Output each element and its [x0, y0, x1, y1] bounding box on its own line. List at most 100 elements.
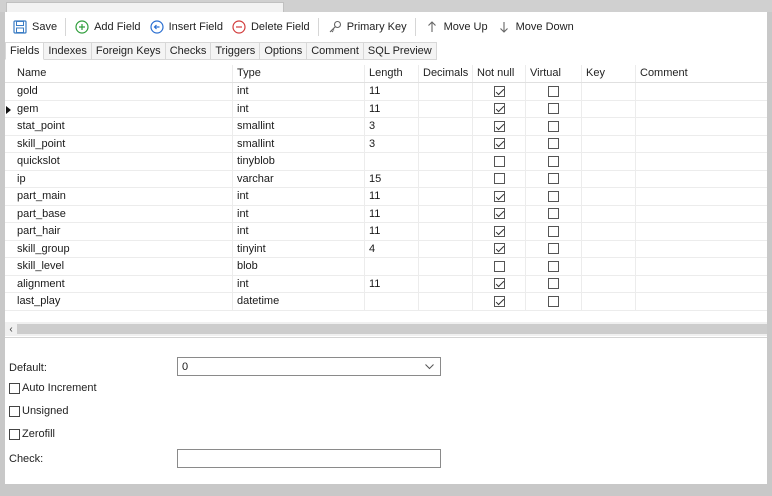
table-row[interactable]: part_main int 11 — [5, 188, 767, 206]
field-length-cell[interactable]: 11 — [365, 223, 419, 240]
default-select[interactable]: 0 — [177, 357, 441, 376]
virtual-checkbox[interactable] — [548, 208, 559, 220]
insert-field-button[interactable]: Insert Field — [145, 16, 227, 38]
field-name-cell[interactable]: skill_level — [13, 258, 233, 275]
field-comment-cell[interactable] — [636, 83, 767, 100]
field-comment-cell[interactable] — [636, 241, 767, 258]
column-header-name[interactable]: Name — [13, 65, 233, 82]
field-type-cell[interactable]: tinyint — [233, 240, 365, 257]
scroll-left-icon[interactable]: ‹ — [5, 324, 17, 335]
field-key-cell[interactable] — [582, 135, 636, 152]
not-null-checkbox[interactable] — [493, 155, 505, 167]
table-row[interactable]: alignment int 11 — [5, 275, 767, 293]
field-length-cell[interactable]: 11 — [365, 275, 419, 292]
field-type-cell[interactable]: smallint — [233, 118, 365, 135]
field-type-cell[interactable]: blob — [233, 258, 365, 275]
virtual-checkbox[interactable] — [548, 278, 559, 290]
field-length-cell[interactable]: 3 — [365, 118, 419, 135]
zerofill-checkbox[interactable]: Zerofill — [9, 428, 55, 440]
field-name-cell[interactable]: skill_group — [13, 240, 233, 257]
tab-triggers[interactable]: Triggers — [211, 42, 261, 60]
field-length-cell[interactable]: 15 — [365, 170, 419, 187]
field-decimals-cell[interactable] — [419, 275, 473, 292]
row-indicator[interactable] — [5, 83, 13, 100]
field-decimals-cell[interactable] — [419, 188, 473, 205]
auto-increment-box[interactable] — [9, 382, 20, 394]
row-indicator[interactable] — [5, 136, 13, 153]
field-length-cell[interactable]: 11 — [365, 83, 419, 100]
field-type-cell[interactable]: int — [233, 100, 365, 117]
tab-options[interactable]: Options — [260, 42, 308, 60]
field-decimals-cell[interactable] — [419, 153, 473, 170]
column-header-comment[interactable]: Comment — [636, 65, 767, 82]
not-null-checkbox[interactable] — [493, 120, 505, 132]
table-row[interactable]: stat_point smallint 3 — [5, 118, 767, 136]
not-null-checkbox[interactable] — [493, 260, 505, 272]
field-decimals-cell[interactable] — [419, 100, 473, 117]
row-indicator[interactable] — [5, 241, 13, 258]
field-name-cell[interactable]: stat_point — [13, 118, 233, 135]
row-indicator[interactable] — [5, 258, 13, 275]
field-comment-cell[interactable] — [636, 188, 767, 205]
tab-foreign-keys[interactable]: Foreign Keys — [91, 42, 166, 60]
move-down-button[interactable]: Move Down — [492, 16, 578, 38]
field-length-cell[interactable] — [365, 293, 419, 310]
field-comment-cell[interactable] — [636, 223, 767, 240]
row-indicator[interactable] — [5, 171, 13, 188]
virtual-checkbox[interactable] — [548, 173, 559, 185]
table-row[interactable]: ip varchar 15 — [5, 170, 767, 188]
row-indicator[interactable] — [5, 101, 13, 118]
column-header-not-null[interactable]: Not null — [473, 65, 526, 82]
field-comment-cell[interactable] — [636, 118, 767, 135]
row-indicator[interactable] — [5, 223, 13, 240]
field-key-cell[interactable] — [582, 118, 636, 135]
field-decimals-cell[interactable] — [419, 223, 473, 240]
field-comment-cell[interactable] — [636, 258, 767, 275]
column-header-length[interactable]: Length — [365, 65, 419, 82]
tab-fields[interactable]: Fields — [5, 42, 45, 60]
field-key-cell[interactable] — [582, 170, 636, 187]
row-indicator[interactable] — [5, 293, 13, 310]
column-header-decimals[interactable]: Decimals — [419, 65, 473, 82]
virtual-checkbox[interactable] — [548, 103, 559, 115]
field-key-cell[interactable] — [582, 188, 636, 205]
table-row[interactable]: last_play datetime — [5, 293, 767, 311]
field-length-cell[interactable] — [365, 258, 419, 275]
field-comment-cell[interactable] — [636, 136, 767, 153]
not-null-checkbox[interactable] — [493, 278, 505, 290]
field-comment-cell[interactable] — [636, 153, 767, 170]
field-name-cell[interactable]: ip — [13, 170, 233, 187]
column-header-virtual[interactable]: Virtual — [526, 65, 582, 82]
field-type-cell[interactable]: tinyblob — [233, 153, 365, 170]
field-key-cell[interactable] — [582, 275, 636, 292]
table-row[interactable]: part_hair int 11 — [5, 223, 767, 241]
table-row[interactable]: skill_group tinyint 4 — [5, 240, 767, 258]
field-decimals-cell[interactable] — [419, 118, 473, 135]
table-row[interactable]: quickslot tinyblob — [5, 153, 767, 171]
virtual-checkbox[interactable] — [548, 85, 559, 97]
field-length-cell[interactable]: 3 — [365, 135, 419, 152]
field-decimals-cell[interactable] — [419, 170, 473, 187]
move-up-button[interactable]: Move Up — [420, 16, 492, 38]
field-decimals-cell[interactable] — [419, 293, 473, 310]
field-comment-cell[interactable] — [636, 171, 767, 188]
not-null-checkbox[interactable] — [493, 190, 505, 202]
scrollbar-thumb[interactable] — [17, 324, 767, 334]
field-length-cell[interactable]: 11 — [365, 188, 419, 205]
not-null-checkbox[interactable] — [493, 243, 505, 255]
field-decimals-cell[interactable] — [419, 135, 473, 152]
field-decimals-cell[interactable] — [419, 240, 473, 257]
field-comment-cell[interactable] — [636, 101, 767, 118]
field-length-cell[interactable]: 4 — [365, 240, 419, 257]
virtual-checkbox[interactable] — [548, 243, 559, 255]
document-tab[interactable] — [6, 2, 284, 12]
field-name-cell[interactable]: gem — [13, 100, 233, 117]
field-key-cell[interactable] — [582, 240, 636, 257]
virtual-checkbox[interactable] — [548, 225, 559, 237]
field-decimals-cell[interactable] — [419, 258, 473, 275]
field-type-cell[interactable]: int — [233, 188, 365, 205]
row-indicator[interactable] — [5, 206, 13, 223]
field-name-cell[interactable]: part_hair — [13, 223, 233, 240]
auto-increment-checkbox[interactable]: Auto Increment — [9, 382, 97, 394]
table-row[interactable]: part_base int 11 — [5, 205, 767, 223]
